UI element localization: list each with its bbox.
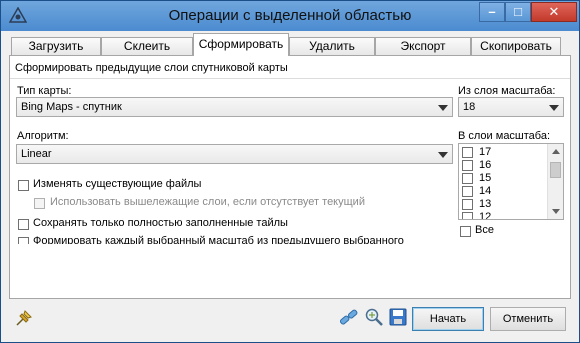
change-files-label: Изменять существующие файлы	[33, 178, 202, 190]
maximize-icon: □	[514, 4, 522, 19]
select-all-checkbox[interactable]	[460, 226, 471, 237]
zoom-item-label: 15	[479, 172, 492, 184]
zoom-item-label: 12	[479, 211, 492, 220]
tab-generate[interactable]: Сформировать	[193, 33, 289, 56]
separator	[10, 78, 570, 79]
clipped-option-row: Формировать каждый выбранный масштаб из …	[10, 234, 458, 244]
close-icon: ✕	[548, 4, 560, 19]
tab-delete[interactable]: Удалить	[289, 37, 375, 55]
dialog-window: Операции с выделенной областью – □ ✕ Заг…	[0, 0, 580, 343]
save-icon[interactable]	[389, 308, 407, 326]
zoom-item-label: 16	[479, 159, 492, 171]
panel-heading: Сформировать предыдущие слои спутниковой…	[15, 62, 288, 74]
minimize-button[interactable]: –	[479, 2, 505, 22]
maximize-button[interactable]: □	[505, 2, 531, 22]
algorithm-value: Linear	[21, 148, 52, 160]
from-zoom-label: Из слоя масштаба:	[458, 85, 556, 97]
minimize-icon: –	[488, 4, 496, 19]
from-zoom-select[interactable]: 18	[458, 97, 564, 117]
close-button[interactable]: ✕	[531, 2, 577, 22]
zoom-checkbox[interactable]	[462, 186, 473, 197]
change-files-checkbox[interactable]	[18, 180, 29, 191]
form-each-checkbox[interactable]	[18, 237, 29, 244]
tab-stitch[interactable]: Склеить	[101, 37, 193, 55]
select-all-label: Все	[475, 224, 494, 236]
start-button[interactable]: Начать	[412, 307, 484, 331]
zoom-item-label: 14	[479, 185, 492, 197]
use-upper-checkbox[interactable]	[34, 198, 45, 209]
scroll-thumb[interactable]	[550, 162, 561, 178]
use-upper-label: Использовать вышележащие слои, если отсу…	[50, 196, 365, 208]
tab-export[interactable]: Экспорт	[375, 37, 471, 55]
zoom-item-label: 17	[479, 146, 492, 158]
zoom-checkbox[interactable]	[462, 212, 473, 219]
zoom-checkbox[interactable]	[462, 199, 473, 210]
pin-icon[interactable]	[15, 309, 33, 327]
scroll-down-icon[interactable]	[552, 209, 560, 214]
zoom-checkbox[interactable]	[462, 160, 473, 171]
map-type-select[interactable]: Bing Maps - спутник	[16, 97, 453, 117]
tab-copy[interactable]: Скопировать	[471, 37, 561, 55]
map-type-value: Bing Maps - спутник	[21, 101, 122, 113]
title-bar[interactable]: Операции с выделенной областью – □ ✕	[1, 1, 579, 31]
chevron-down-icon	[549, 105, 559, 111]
map-type-label: Тип карты:	[17, 85, 72, 97]
zoom-item-label: 13	[479, 198, 492, 210]
cancel-button[interactable]: Отменить	[490, 307, 566, 331]
to-zoom-label: В слои масштаба:	[458, 130, 551, 142]
from-zoom-value: 18	[463, 101, 476, 113]
zoom-checkbox[interactable]	[462, 173, 473, 184]
chevron-down-icon	[438, 152, 448, 158]
list-scrollbar[interactable]	[547, 144, 563, 219]
scroll-up-icon[interactable]	[552, 149, 560, 154]
zoom-icon[interactable]	[364, 307, 384, 327]
zoom-checkbox[interactable]	[462, 147, 473, 158]
zoom-level-list[interactable]: 17 16 15 14 13 12	[458, 143, 564, 220]
save-full-checkbox[interactable]	[18, 219, 29, 230]
chevron-down-icon	[438, 105, 448, 111]
algorithm-label: Алгоритм:	[17, 130, 69, 142]
save-full-label: Сохранять только полностью заполненные т…	[33, 217, 288, 229]
tab-download[interactable]: Загрузить	[11, 37, 101, 55]
form-each-label: Формировать каждый выбранный масштаб из …	[33, 235, 404, 244]
link-icon[interactable]	[339, 308, 359, 328]
algorithm-select[interactable]: Linear	[16, 144, 453, 164]
